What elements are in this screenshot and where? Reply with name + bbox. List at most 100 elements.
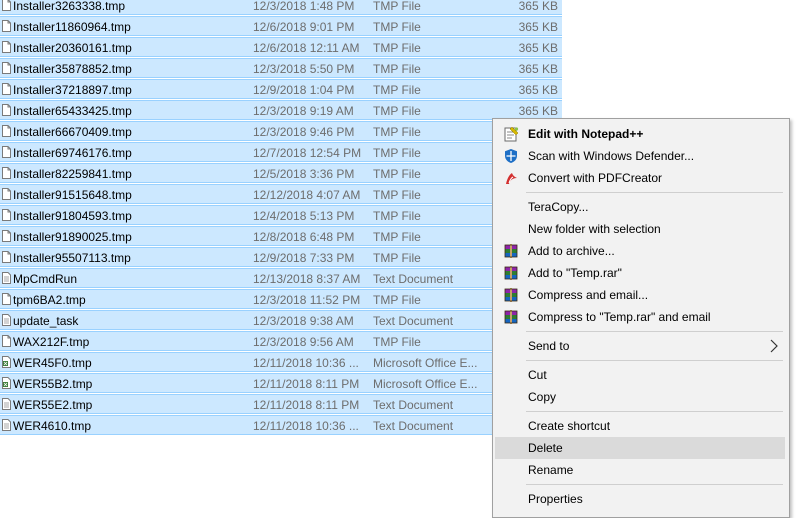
file-date-modified: 12/3/2018 11:52 PM — [253, 293, 361, 307]
file-date-modified: 12/11/2018 10:36 ... — [253, 419, 359, 433]
file-name: WER55B2.tmp — [13, 377, 93, 391]
file-size: 365 KB — [518, 83, 558, 97]
file-date-modified: 12/9/2018 7:33 PM — [253, 251, 355, 265]
file-row[interactable]: WER45F0.tmp 12/11/2018 10:36 ... Microsoft… — [0, 352, 562, 372]
menu-item-convert-with-pdfcreator[interactable]: Convert with PDFCreator — [495, 167, 785, 189]
file-row[interactable]: Installer91515648.tmp 12/12/2018 4:07 AM T… — [0, 184, 562, 204]
menu-item-label: Copy — [528, 390, 557, 404]
menu-item-edit-with-notepad[interactable]: Edit with Notepad++ — [495, 123, 785, 145]
file-name: Installer91804593.tmp — [13, 209, 132, 223]
menu-item-cut[interactable]: Cut — [495, 364, 785, 386]
file-icon — [2, 188, 11, 200]
menu-item-new-folder-with-selection[interactable]: New folder with selection — [495, 218, 785, 240]
menu-item-add-to-temp-rar[interactable]: Add to "Temp.rar" — [495, 262, 785, 284]
menu-item-label: Scan with Windows Defender... — [528, 149, 695, 163]
file-row[interactable]: WER55E2.tmp 12/11/2018 8:11 PM Text Docume… — [0, 394, 562, 414]
file-row[interactable]: Installer65433425.tmp 12/3/2018 9:19 AM TM… — [0, 100, 562, 120]
file-date-modified: 12/11/2018 10:36 ... — [253, 356, 359, 370]
file-row[interactable]: Installer66670409.tmp 12/3/2018 9:46 PM TM… — [0, 121, 562, 141]
file-row[interactable]: Installer11860964.tmp 12/6/2018 9:01 PM TM… — [0, 16, 562, 36]
context-menu: Edit with Notepad++ Scan with Windows Def… — [492, 118, 790, 518]
file-row[interactable]: Installer69746176.tmp 12/7/2018 12:54 PM T… — [0, 142, 562, 162]
file-type: TMP File — [373, 62, 421, 76]
file-type: Text Document — [373, 398, 454, 412]
menu-item-create-shortcut[interactable]: Create shortcut — [495, 415, 785, 437]
file-icon — [2, 167, 11, 179]
menu-item-add-to-archive[interactable]: Add to archive... — [495, 240, 785, 262]
menu-item-send-to[interactable]: Send to — [495, 335, 785, 357]
file-row[interactable]: Installer91890025.tmp 12/8/2018 6:48 PM TM… — [0, 226, 562, 246]
file-row[interactable]: Installer82259841.tmp 12/5/2018 3:36 PM TM… — [0, 163, 562, 183]
file-row[interactable]: Installer20360161.tmp 12/6/2018 12:11 AM T… — [0, 37, 562, 57]
file-size: 365 KB — [518, 0, 558, 13]
menu-separator — [526, 331, 783, 332]
file-name: Installer11860964.tmp — [13, 20, 131, 34]
file-row[interactable]: Installer37218897.tmp 12/9/2018 1:04 PM TM… — [0, 79, 562, 99]
menu-item-label: Add to "Temp.rar" — [528, 266, 622, 280]
menu-item-compress-to-temp-rar-and-email[interactable]: Compress to "Temp.rar" and email — [495, 306, 785, 328]
file-icon — [2, 335, 11, 347]
winrar-icon — [503, 309, 519, 325]
file-row[interactable]: MpCmdRun 12/13/2018 8:37 AM Text Document — [0, 268, 562, 288]
file-name: Installer37218897.tmp — [13, 83, 132, 97]
menu-item-copy[interactable]: Copy — [495, 386, 785, 408]
file-row[interactable]: WER4610.tmp 12/11/2018 10:36 ... Text Docu… — [0, 415, 562, 435]
file-type: Microsoft Office E... — [373, 356, 478, 370]
file-row[interactable]: tpm6BA2.tmp 12/3/2018 11:52 PM TMP File — [0, 289, 562, 309]
file-name: Installer95507113.tmp — [13, 251, 131, 265]
file-icon — [2, 230, 11, 242]
file-date-modified: 12/6/2018 9:01 PM — [253, 20, 355, 34]
menu-item-scan-with-windows-defender[interactable]: Scan with Windows Defender... — [495, 145, 785, 167]
menu-item-label: New folder with selection — [528, 222, 661, 236]
file-row[interactable]: Installer35878852.tmp 12/3/2018 5:50 PM TM… — [0, 58, 562, 78]
file-row[interactable]: Installer95507113.tmp 12/9/2018 7:33 PM TM… — [0, 247, 562, 267]
file-type: TMP File — [373, 293, 421, 307]
file-date-modified: 12/8/2018 6:48 PM — [253, 230, 355, 244]
file-row[interactable]: WER55B2.tmp 12/11/2018 8:11 PM Microsoft O… — [0, 373, 562, 393]
text-file-icon — [2, 272, 11, 284]
file-name: Installer35878852.tmp — [13, 62, 132, 76]
file-name: tpm6BA2.tmp — [13, 293, 86, 307]
file-icon — [2, 41, 11, 53]
winrar-icon — [503, 243, 519, 259]
chevron-right-icon — [769, 338, 779, 354]
file-size: 365 KB — [518, 62, 558, 76]
file-icon — [2, 0, 11, 11]
file-type: TMP File — [373, 0, 421, 13]
file-list: Installer3263338.tmp 12/3/2018 1:48 PM TMP… — [0, 0, 562, 436]
text-file-icon — [2, 314, 11, 326]
file-date-modified: 12/11/2018 8:11 PM — [253, 377, 360, 391]
menu-item-label: Edit with Notepad++ — [528, 127, 644, 141]
file-row[interactable]: Installer91804593.tmp 12/4/2018 5:13 PM TM… — [0, 205, 562, 225]
file-row[interactable]: Installer3263338.tmp 12/3/2018 1:48 PM TMP… — [0, 0, 562, 15]
menu-item-label: Compress and email... — [528, 288, 649, 302]
file-row[interactable]: update_task 12/3/2018 9:38 AM Text Documen… — [0, 310, 562, 330]
file-row[interactable]: WAX212F.tmp 12/3/2018 9:56 AM TMP File — [0, 331, 562, 351]
menu-item-label: Rename — [528, 463, 574, 477]
menu-item-delete[interactable]: Delete — [495, 437, 785, 459]
menu-separator — [526, 360, 783, 361]
menu-separator — [526, 192, 783, 193]
file-date-modified: 12/7/2018 12:54 PM — [253, 146, 362, 160]
file-icon — [2, 62, 11, 74]
text-file-icon — [2, 398, 11, 410]
file-icon — [2, 251, 11, 263]
menu-item-teracopy[interactable]: TeraCopy... — [495, 196, 785, 218]
file-date-modified: 12/4/2018 5:13 PM — [253, 209, 355, 223]
menu-separator — [526, 484, 783, 485]
pdfcreator-icon — [503, 170, 519, 186]
file-type: TMP File — [373, 335, 421, 349]
file-name: WAX212F.tmp — [13, 335, 90, 349]
file-date-modified: 12/3/2018 9:46 PM — [253, 125, 355, 139]
menu-item-rename[interactable]: Rename — [495, 459, 785, 481]
file-date-modified: 12/6/2018 12:11 AM — [253, 41, 360, 55]
menu-item-label: Properties — [528, 492, 583, 506]
menu-item-compress-and-email[interactable]: Compress and email... — [495, 284, 785, 306]
file-type: Text Document — [373, 419, 454, 433]
menu-item-properties[interactable]: Properties — [495, 488, 785, 510]
file-name: Installer3263338.tmp — [13, 0, 126, 13]
file-name: WER55E2.tmp — [13, 398, 93, 412]
file-type: TMP File — [373, 41, 421, 55]
menu-item-label: Convert with PDFCreator — [528, 171, 663, 185]
menu-item-label: Add to archive... — [528, 244, 615, 258]
